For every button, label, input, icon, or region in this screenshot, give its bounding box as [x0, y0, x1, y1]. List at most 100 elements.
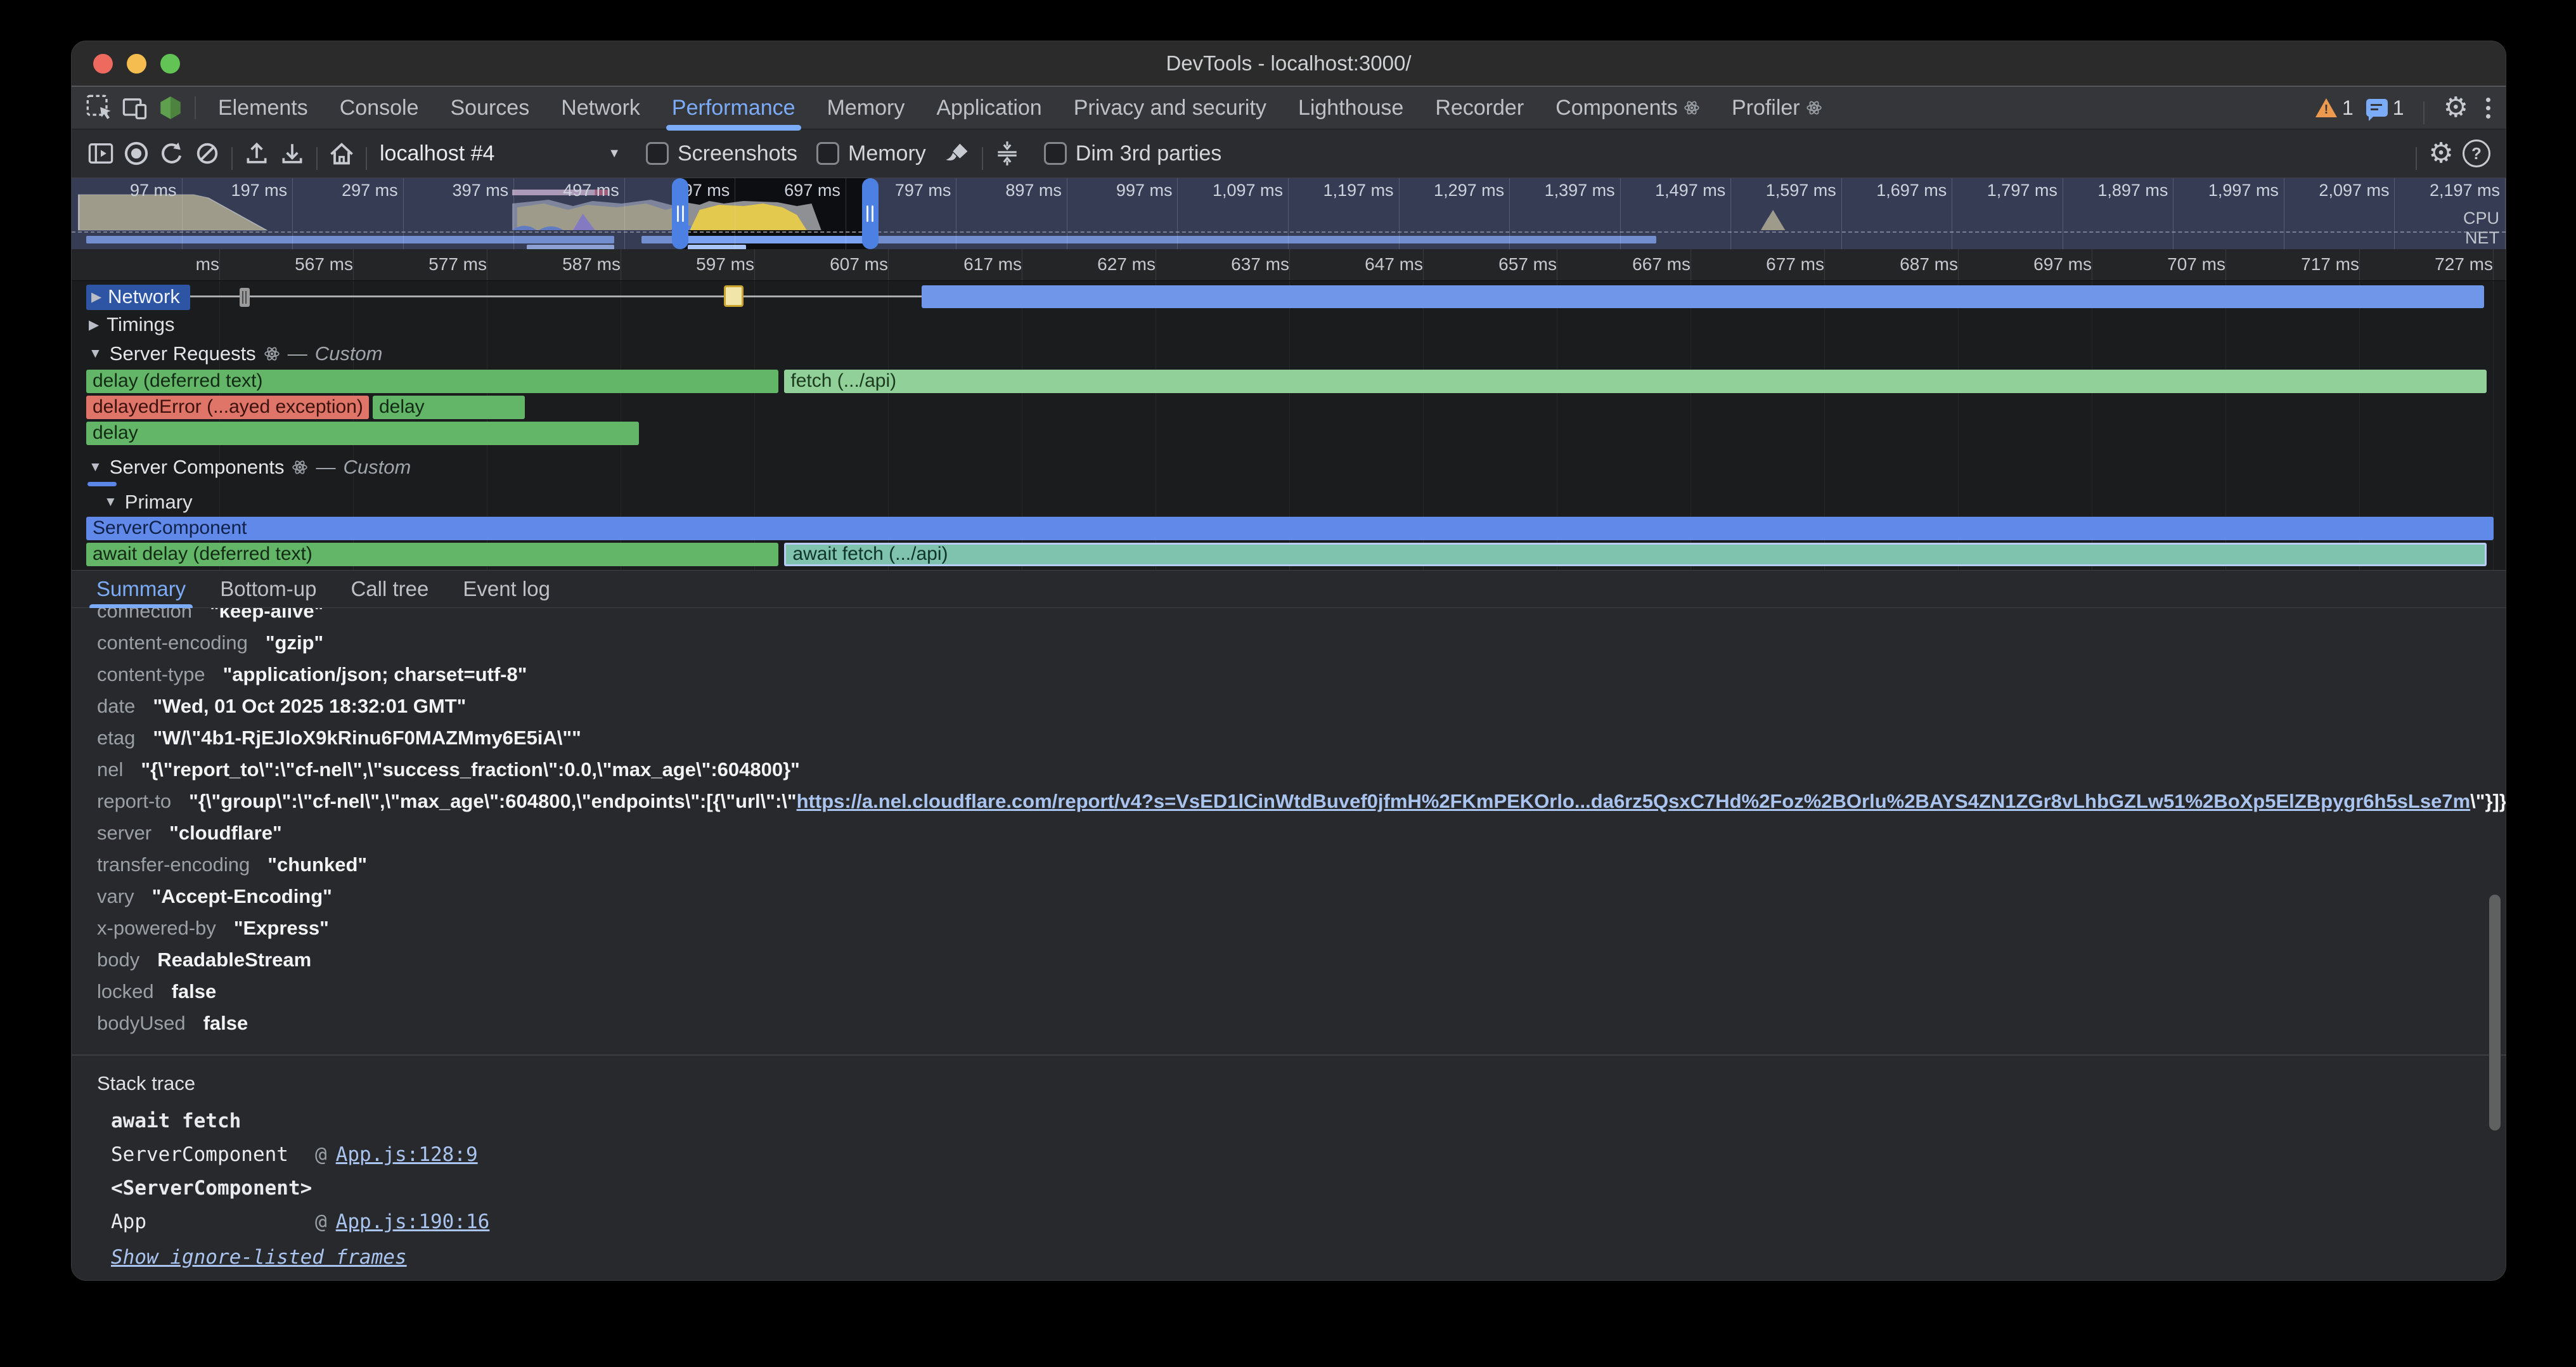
warnings-badge[interactable]: 1: [2315, 96, 2354, 120]
property-key: content-encoding: [97, 632, 248, 654]
flame-event-bar[interactable]: ServerComponent: [86, 517, 2494, 540]
flame-event-bar[interactable]: delayedError (...ayed exception): [86, 396, 369, 419]
collapse-tracks-icon[interactable]: [989, 136, 1025, 171]
selection-handle-left[interactable]: [672, 178, 688, 249]
capture-settings-gear-icon[interactable]: ⚙: [2423, 136, 2459, 171]
node-icon[interactable]: [153, 87, 188, 129]
dim-3rd-parties-checkbox-group[interactable]: Dim 3rd parties: [1044, 141, 1222, 166]
flame-event-bar[interactable]: delay (deferred text): [86, 370, 778, 393]
toolbar-separator: [316, 147, 318, 170]
property-value-link[interactable]: https://a.nel.cloudflare.com/report/v4?s…: [797, 790, 2471, 813]
server-components-track-header[interactable]: ▼ Server Components — Custom: [86, 453, 2494, 482]
property-value: "{\"group\":\"cf-nel\",\"max_age\":60480…: [189, 790, 796, 813]
ruler-tick-label: 647 ms: [1290, 249, 1424, 280]
panel-tab[interactable]: Recorder: [1419, 87, 1540, 129]
panel-tab[interactable]: Privacy and security: [1058, 87, 1282, 129]
property-value: "cloudflare": [169, 822, 282, 845]
stack-frame-source-link[interactable]: App.js:128:9: [336, 1143, 478, 1166]
property-key: transfer-encoding: [97, 853, 250, 876]
stack-frame-source-link[interactable]: App.js:190:16: [336, 1210, 490, 1233]
download-profile-icon[interactable]: [274, 136, 310, 171]
upload-profile-icon[interactable]: [239, 136, 274, 171]
property-value: "chunked": [267, 853, 367, 876]
network-request-marker[interactable]: [724, 285, 743, 307]
panel-tab[interactable]: Performance: [656, 87, 811, 129]
titlebar: DevTools - localhost:3000/: [72, 41, 2506, 86]
zoom-window-button[interactable]: [160, 54, 180, 74]
memory-checkbox[interactable]: [816, 142, 839, 165]
garbage-collect-icon[interactable]: [940, 136, 976, 171]
close-window-button[interactable]: [93, 54, 113, 74]
property-row: content-type "application/json; charset=…: [97, 659, 2506, 690]
summary-scrollbar-thumb[interactable]: [2489, 895, 2501, 1131]
more-options-icon[interactable]: [2481, 98, 2496, 119]
overview-dim-right: [870, 178, 2506, 249]
timeline-overview[interactable]: 97 ms197 ms297 ms397 ms497 ms597 ms697 m…: [72, 178, 2506, 249]
details-tab[interactable]: Call tree: [333, 571, 446, 607]
property-value: "W/\"4b1-RjEJloX9kRinu6F0MAZMmy6E5iA\"": [153, 727, 581, 749]
show-ignore-listed-frames-link[interactable]: Show ignore-listed frames: [111, 1246, 407, 1269]
details-tab[interactable]: Event log: [446, 571, 567, 607]
flame-chart[interactable]: ▶ Network ▶ Timings ▼ Server Requests — …: [72, 281, 2506, 570]
flame-event-bar[interactable]: fetch (.../api): [784, 370, 2486, 393]
property-value: "Accept-Encoding": [152, 885, 332, 908]
property-row: nel "{\"report_to\":\"cf-nel\",\"success…: [97, 754, 2506, 786]
flame-event-bar[interactable]: delay: [373, 396, 525, 419]
tabbar-separator: [2423, 101, 2425, 124]
details-tab[interactable]: Summary: [79, 571, 203, 607]
panel-tab[interactable]: Sources: [434, 87, 545, 129]
dim-3rd-parties-checkbox[interactable]: [1044, 142, 1067, 165]
settings-gear-icon[interactable]: ⚙: [2444, 94, 2468, 122]
record-and-reload-button[interactable]: [154, 136, 190, 171]
expand-arrow-icon: ▶: [89, 317, 99, 333]
panel-tab[interactable]: Elements: [202, 87, 324, 129]
property-key: connection: [97, 608, 192, 623]
property-value-suffix: \"}]}": [2470, 790, 2506, 813]
screenshots-checkbox[interactable]: [646, 142, 669, 165]
details-tab-label: Bottom-up: [220, 577, 316, 601]
server-requests-track-header[interactable]: ▼ Server Requests — Custom: [86, 339, 2494, 368]
collapse-arrow-icon: ▼: [104, 495, 117, 510]
panel-tab[interactable]: Network: [545, 87, 656, 129]
panel-tab[interactable]: Console: [324, 87, 435, 129]
panel-tab[interactable]: Profiler: [1716, 87, 1838, 129]
inspect-element-icon[interactable]: [82, 87, 117, 129]
flame-event-bar[interactable]: await fetch (.../api): [784, 543, 2486, 566]
home-icon[interactable]: [324, 136, 359, 171]
panel-tab[interactable]: Components: [1540, 87, 1716, 129]
issue-count: 1: [2393, 96, 2404, 120]
property-value: "gzip": [266, 632, 323, 654]
stack-frame-row: await fetch @: [111, 1104, 2506, 1137]
stack-frame-function: App: [111, 1210, 315, 1233]
minimize-window-button[interactable]: [127, 54, 146, 74]
clear-button[interactable]: [190, 136, 225, 171]
memory-checkbox-group[interactable]: Memory: [816, 141, 926, 166]
panel-tab-label: Memory: [827, 96, 905, 120]
network-request-whisker: [183, 295, 922, 297]
selection-handle-right[interactable]: [862, 178, 879, 249]
device-toolbar-icon[interactable]: [117, 87, 153, 129]
primary-group-row[interactable]: ▼ Primary: [86, 489, 2494, 515]
help-icon[interactable]: ?: [2459, 136, 2494, 171]
network-request-bar[interactable]: [922, 285, 2484, 308]
stack-frame-row: App @ App.js:190:16: [111, 1205, 2506, 1238]
message-bubble-icon: [2366, 99, 2388, 117]
traffic-lights: [93, 54, 180, 74]
profile-select[interactable]: localhost #4 ▼: [380, 141, 621, 166]
flame-event-bar[interactable]: await delay (deferred text): [86, 543, 778, 566]
property-key: report-to: [97, 790, 171, 813]
timings-track-row[interactable]: ▶ Timings: [86, 310, 2494, 339]
stack-frame-function: <ServerComponent>: [111, 1177, 315, 1200]
toggle-sidebar-icon[interactable]: [83, 136, 119, 171]
panel-tab[interactable]: Lighthouse: [1282, 87, 1419, 129]
details-tab[interactable]: Bottom-up: [203, 571, 333, 607]
network-track-label[interactable]: ▶ Network: [86, 285, 190, 310]
track-drag-grip[interactable]: [240, 288, 250, 307]
flame-event-bar[interactable]: delay: [86, 422, 639, 445]
panel-tab[interactable]: Memory: [811, 87, 921, 129]
screenshots-checkbox-group[interactable]: Screenshots: [646, 141, 797, 166]
summary-pane: connection "keep-alive" content-encoding…: [72, 608, 2506, 1281]
record-button[interactable]: [119, 136, 154, 171]
panel-tab[interactable]: Application: [920, 87, 1057, 129]
issues-badge[interactable]: 1: [2366, 96, 2404, 120]
